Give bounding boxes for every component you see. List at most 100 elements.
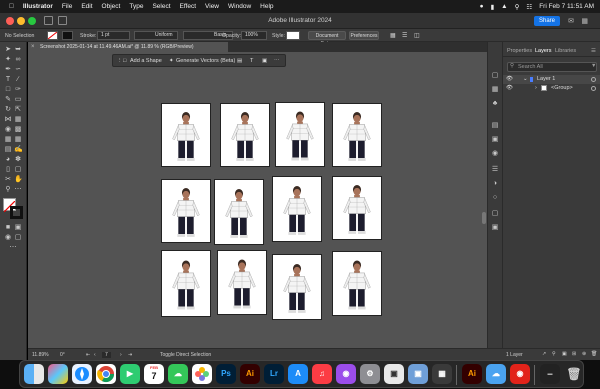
- app-store-icon[interactable]: A: [288, 364, 308, 384]
- rotate-tool-icon[interactable]: ↻: [4, 106, 12, 114]
- color-panel-icon[interactable]: ◉: [491, 150, 499, 158]
- new-sublayer-icon[interactable]: ⊞: [572, 351, 576, 357]
- add-shape-button[interactable]: Add a Shape: [130, 56, 162, 66]
- menu-help[interactable]: Help: [260, 3, 273, 10]
- pen-tool-icon[interactable]: ✒: [4, 66, 12, 74]
- curvature-tool-icon[interactable]: ∽: [14, 66, 22, 74]
- prev-artboard-icon[interactable]: ‹: [94, 352, 96, 358]
- menu-object[interactable]: Object: [102, 3, 121, 10]
- menu-file[interactable]: File: [62, 3, 72, 10]
- settings-icon[interactable]: ⚙: [360, 364, 380, 384]
- artboard[interactable]: [161, 250, 211, 317]
- vertical-scrollbar[interactable]: [482, 212, 486, 224]
- clipping-mask-icon[interactable]: ▣: [562, 351, 567, 357]
- wifi-icon[interactable]: ▲: [501, 3, 507, 10]
- import-icon[interactable]: ▤: [237, 56, 242, 66]
- filter-icon[interactable]: ▼: [591, 63, 596, 69]
- new-layer-icon[interactable]: ⊕: [582, 351, 586, 357]
- music-icon[interactable]: ♫: [312, 364, 332, 384]
- delete-layer-icon[interactable]: 🗑: [591, 351, 597, 357]
- generate-vectors-icon[interactable]: ✦: [169, 56, 174, 66]
- layer-row[interactable]: 👁 ⌄ Layer 1: [503, 75, 600, 84]
- add-shape-icon[interactable]: □: [123, 56, 126, 66]
- appearance-panel-icon[interactable]: ○: [491, 194, 499, 202]
- image-trace-panel-icon[interactable]: ▣: [491, 224, 499, 232]
- battery-icon[interactable]: ▮: [491, 3, 495, 11]
- tab-layers[interactable]: Layers: [535, 48, 552, 54]
- preview-icon[interactable]: ▣: [408, 364, 428, 384]
- rotate-view[interactable]: 0°: [60, 352, 65, 358]
- calendar-icon[interactable]: FEB 7: [144, 364, 164, 384]
- layers-search-input[interactable]: Search All: [507, 62, 597, 72]
- hand-tool-icon[interactable]: ✋: [14, 176, 23, 184]
- character-illustration[interactable]: [215, 180, 263, 244]
- lightroom-icon[interactable]: Lr: [264, 364, 284, 384]
- maps-icon[interactable]: ▦: [432, 364, 452, 384]
- zoom-tool-icon[interactable]: ⚲: [4, 186, 12, 194]
- shape-builder-icon[interactable]: ◉: [4, 126, 12, 134]
- properties-panel-icon[interactable]: ▢: [491, 72, 499, 80]
- tab-libraries[interactable]: Libraries: [555, 48, 576, 54]
- generate-vectors-button[interactable]: Generate Vectors (Beta): [176, 56, 235, 66]
- control-center-icon[interactable]: ☷: [526, 3, 532, 11]
- messages-icon[interactable]: ☁: [168, 364, 188, 384]
- share-button[interactable]: Share: [533, 16, 560, 26]
- menu-effect[interactable]: Effect: [180, 3, 197, 10]
- document-tab[interactable]: Screenshot 2025-01-14 at 11.49.46AM.ai* …: [28, 42, 228, 52]
- preferences-button[interactable]: Preferences: [349, 31, 379, 40]
- export-icon[interactable]: ↗: [542, 351, 546, 357]
- symbols-panel-icon[interactable]: ♣: [491, 100, 499, 108]
- artboard[interactable]: [275, 102, 325, 167]
- facetime-icon[interactable]: ▶: [120, 364, 140, 384]
- stroke-color-icon[interactable]: [10, 206, 23, 219]
- character-illustration[interactable]: [333, 177, 381, 239]
- shaper-tool-icon[interactable]: ✎: [4, 96, 12, 104]
- gradient-tool-icon[interactable]: ▤: [4, 146, 12, 154]
- artboard[interactable]: [332, 103, 382, 167]
- downloads-stack-icon[interactable]: ▬: [540, 364, 560, 384]
- character-illustration[interactable]: [273, 255, 321, 319]
- symbol-sprayer-icon[interactable]: ✽: [14, 156, 22, 164]
- creative-cloud-icon[interactable]: ●: [480, 3, 484, 10]
- photo-booth-icon[interactable]: ◉: [510, 364, 530, 384]
- sublayer-name[interactable]: <Group>: [551, 84, 573, 93]
- sublayer-row[interactable]: 👁 › <Group>: [503, 84, 600, 93]
- column-graph-icon[interactable]: ▯: [4, 166, 12, 174]
- screen-mode-icon[interactable]: ▢: [14, 234, 22, 242]
- weather-icon[interactable]: ☁: [486, 364, 506, 384]
- character-illustration[interactable]: [333, 104, 381, 166]
- apple-menu-icon[interactable]: : [9, 3, 14, 10]
- launchpad-icon[interactable]: [48, 364, 68, 384]
- type-icon[interactable]: T: [250, 56, 253, 66]
- character-illustration[interactable]: [276, 103, 324, 166]
- sublayer-target-icon[interactable]: [591, 86, 596, 91]
- artboard[interactable]: [217, 250, 267, 315]
- artboard[interactable]: [161, 103, 211, 167]
- canvas[interactable]: [28, 52, 502, 348]
- pathfinder-panel-icon[interactable]: ▣: [491, 136, 499, 144]
- first-artboard-icon[interactable]: ⇤: [86, 352, 90, 358]
- lasso-icon[interactable]: ∞: [14, 56, 22, 64]
- next-artboard-icon[interactable]: ›: [120, 352, 122, 358]
- character-illustration[interactable]: [333, 252, 381, 315]
- safari-icon[interactable]: [72, 364, 92, 384]
- line-tool-icon[interactable]: ∕: [14, 76, 22, 84]
- roblox-icon[interactable]: ▣: [384, 364, 404, 384]
- photos-icon[interactable]: [192, 364, 212, 384]
- stroke-weight-field[interactable]: 1 pt: [97, 31, 130, 40]
- artboard[interactable]: [332, 176, 382, 240]
- artboard[interactable]: [214, 179, 264, 245]
- photoshop-icon[interactable]: Ps: [216, 364, 236, 384]
- last-artboard-icon[interactable]: ⇥: [128, 352, 132, 358]
- character-illustration[interactable]: [162, 251, 210, 316]
- panel-menu-icon[interactable]: ☰: [591, 48, 596, 54]
- transform-panel-icon[interactable]: ▢: [491, 210, 499, 218]
- artboard-tool-icon[interactable]: ▢: [14, 166, 22, 174]
- edit-toolbar-icon[interactable]: ⋯: [9, 244, 17, 252]
- menu-window[interactable]: Window: [228, 3, 251, 10]
- swatches-panel-icon[interactable]: ▦: [491, 86, 499, 94]
- draw-mode-icon[interactable]: ◉: [4, 234, 12, 242]
- illustrator-icon-2[interactable]: Ai: [462, 364, 482, 384]
- character-illustration[interactable]: [218, 251, 266, 314]
- color-mode-icon[interactable]: ■: [4, 224, 12, 232]
